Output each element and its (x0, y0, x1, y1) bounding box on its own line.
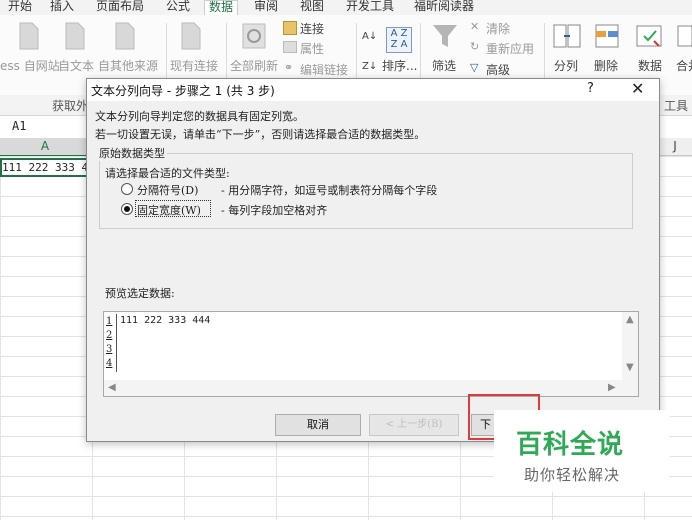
link-icon: ⚭ (284, 61, 294, 74)
close-button[interactable]: ✕ (631, 79, 644, 98)
preview-label: 预览选定数据: (105, 287, 175, 300)
consolidate-button[interactable]: 合并 (676, 57, 692, 74)
sort-button[interactable]: 排序... (382, 57, 417, 74)
properties-icon (283, 41, 297, 53)
column-header-j[interactable]: J (658, 138, 692, 156)
watermark-subtitle: 助你轻松解决 (524, 466, 621, 484)
from-web-button[interactable]: ess 自网站 (0, 57, 60, 74)
edit-links-button[interactable]: 编辑链接 (300, 61, 348, 78)
clear-icon: ✕ (470, 20, 480, 33)
preview-vertical-scrollbar[interactable]: ▲ ▼ (622, 312, 638, 396)
preview-row-number: 2 (106, 330, 113, 341)
scroll-down-icon[interactable]: ▼ (626, 362, 634, 373)
filter-icon (433, 25, 457, 47)
wizard-intro-line2: 若一切设置无误，请单击“下一步”，否则请选择最合适的数据类型。 (95, 128, 426, 141)
preview-line-1: 111 222 333 444 (120, 315, 211, 326)
sort-desc-icon[interactable]: Z↓ (362, 61, 377, 72)
wizard-intro-line1: 文本分列向导判定您的数据具有固定列宽。 (95, 110, 304, 123)
delimited-description: - 用分隔字符，如逗号或制表符分隔每个字段 (221, 184, 438, 197)
fixed-width-radio[interactable] (121, 203, 133, 215)
fixed-width-description: - 每列字段加空格对齐 (221, 204, 328, 217)
reapply-icon: ↻ (470, 40, 480, 53)
existing-connections-button[interactable]: 现有连接 (170, 57, 218, 74)
preview-row-number: 1 (106, 316, 113, 327)
watermark-logo: 百科全说 助你轻松解决 (494, 410, 670, 492)
properties-button[interactable]: 属性 (300, 40, 324, 57)
remove-duplicates-button[interactable]: 删除 (594, 57, 618, 74)
remove-duplicates-icon (595, 24, 619, 48)
delimited-radio[interactable] (121, 183, 133, 195)
refresh-all-icon (242, 23, 266, 49)
dialog-title: 文本分列向导 - 步骤之 1 (共 3 步) (91, 84, 275, 98)
refresh-all-button[interactable]: 全部刷新 (230, 57, 278, 74)
connections-button[interactable]: 连接 (300, 20, 324, 37)
scroll-right-icon[interactable]: ▶ (608, 382, 616, 393)
from-other-sources-button[interactable]: 自其他来源 (98, 57, 158, 74)
clear-button[interactable]: 清除 (486, 20, 510, 37)
advanced-icon: ▽ (470, 61, 479, 74)
preview-row-divider (116, 314, 117, 372)
help-button[interactable]: ? (587, 81, 594, 96)
tab-view[interactable]: 视图 (300, 0, 324, 15)
preview-horizontal-scrollbar[interactable]: ◀ ▶ (104, 380, 622, 396)
group-label-data-tools: 工具 (664, 99, 689, 113)
tab-insert[interactable]: 插入 (50, 0, 74, 15)
consolidate-icon (677, 25, 692, 47)
tab-home[interactable]: 开始 (8, 0, 32, 15)
data-preview-pane[interactable]: 1 2 3 4 111 222 333 444 ▲ ▼ ◀ ▶ (103, 311, 639, 397)
data-validation-icon (636, 25, 662, 47)
text-to-columns-button[interactable]: 分列 (554, 57, 578, 74)
sort-asc-icon[interactable]: A↓ (362, 31, 377, 42)
reapply-button[interactable]: 重新应用 (486, 40, 534, 57)
delimited-label[interactable]: 分隔符号(D) (137, 182, 198, 198)
sort-icon: A ZZ A (386, 27, 412, 53)
scroll-left-icon[interactable]: ◀ (108, 382, 116, 393)
web-source-icon (19, 22, 39, 50)
dialog-titlebar: 文本分列向导 - 步骤之 1 (共 3 步) ? ✕ (87, 79, 659, 101)
fixed-width-label[interactable]: 固定宽度(W) (137, 202, 201, 218)
choose-file-type-label: 请选择最合适的文件类型: (105, 167, 230, 180)
advanced-button[interactable]: 高级 (486, 61, 510, 78)
existing-connections-icon (181, 22, 201, 50)
from-text-button[interactable]: 自文本 (58, 57, 94, 74)
data-validation-button[interactable]: 数据 (638, 57, 662, 74)
preview-row-number: 4 (106, 358, 113, 369)
group-label-get-external: 获取外 (52, 99, 89, 113)
group-title: 原始数据类型 (99, 145, 167, 161)
watermark-title: 百科全说 (516, 430, 625, 460)
tab-data[interactable]: 数据 (204, 0, 239, 16)
tab-developer[interactable]: 开发工具 (346, 0, 394, 15)
tab-formulas[interactable]: 公式 (166, 0, 190, 15)
connections-icon (283, 21, 297, 35)
text-to-columns-icon (553, 24, 581, 48)
text-source-icon (65, 22, 85, 50)
cancel-button[interactable]: 取消 (275, 414, 361, 436)
column-header-a[interactable]: A (0, 138, 91, 157)
text-to-columns-wizard-dialog: 文本分列向导 - 步骤之 1 (共 3 步) ? ✕ 文本分列向导判定您的数据具… (86, 78, 660, 442)
preview-row-number: 3 (106, 344, 113, 355)
tab-page-layout[interactable]: 页面布局 (96, 0, 144, 15)
cell-a1[interactable]: 111 222 333 444 (0, 158, 90, 177)
tab-review[interactable]: 审阅 (254, 0, 278, 15)
tab-foxit-reader[interactable]: 福昕阅读器 (414, 0, 474, 15)
other-sources-icon (115, 22, 135, 50)
ribbon-tab-bar: 开始 插入 页面布局 公式 数据 审阅 视图 开发工具 福昕阅读器 (0, 0, 692, 16)
scroll-up-icon[interactable]: ▲ (626, 314, 634, 325)
name-box[interactable]: A1 (0, 116, 93, 137)
filter-button[interactable]: 筛选 (432, 57, 456, 74)
back-button[interactable]: < 上一步(B) (369, 414, 459, 436)
